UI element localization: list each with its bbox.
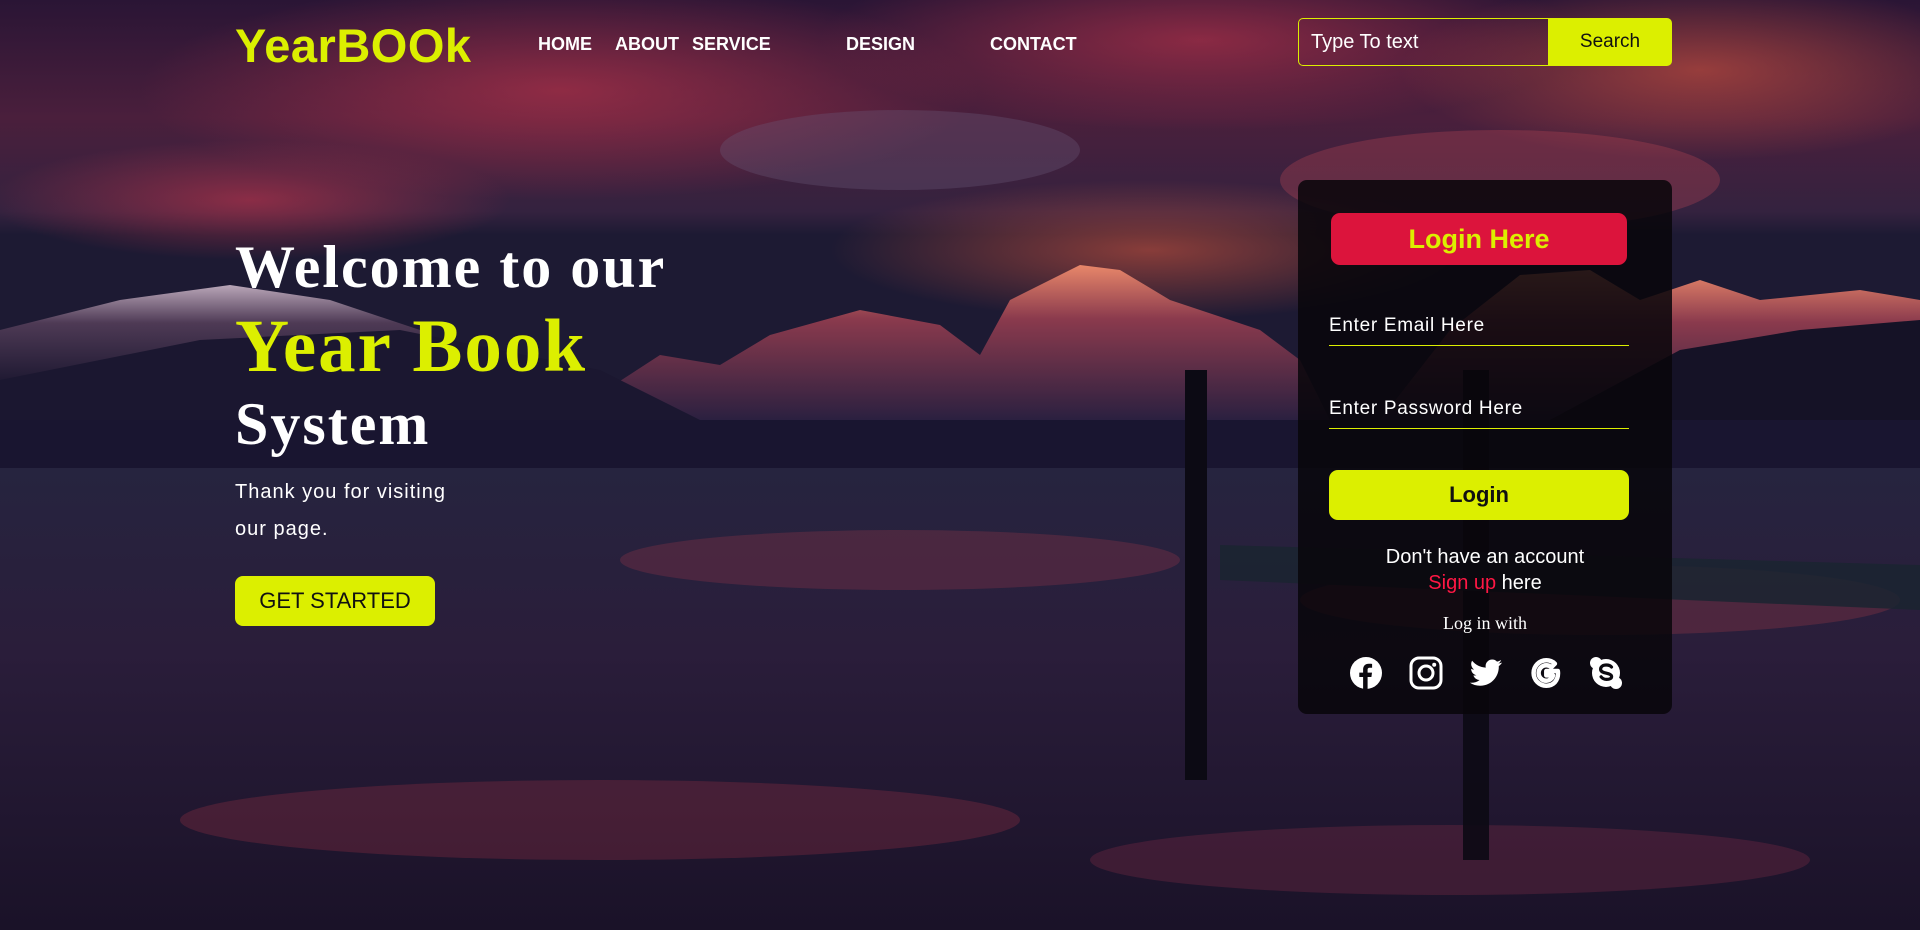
email-field[interactable]: [1329, 306, 1629, 346]
twitter-icon[interactable]: [1468, 655, 1504, 691]
no-account-text: Don't have an account: [1385, 546, 1585, 568]
login-button[interactable]: Login: [1329, 470, 1629, 520]
social-login-icons: [1348, 655, 1624, 691]
hero-heading-highlight: Year Book: [235, 305, 588, 388]
google-icon[interactable]: [1528, 655, 1564, 691]
nav-item-about[interactable]: ABOUT: [615, 34, 692, 55]
hero-heading-line1: Welcome to our: [235, 234, 667, 300]
hero-section: YearBOOk HOME ABOUT SERVICE DESIGN CONTA…: [0, 0, 1920, 930]
hero-heading-line3: System: [235, 391, 431, 457]
signup-link[interactable]: Sign up: [1428, 572, 1496, 594]
hero-heading: Welcome to our Year Book System: [235, 232, 666, 460]
login-card: Login Here Login Don't have an account S…: [1298, 180, 1672, 714]
search-bar: Search: [1298, 18, 1672, 66]
get-started-button[interactable]: GET STARTED: [235, 576, 435, 626]
login-with-label: Log in with: [1443, 613, 1527, 633]
nav-item-contact[interactable]: CONTACT: [990, 34, 1077, 55]
signup-suffix: here: [1496, 572, 1542, 594]
nav-item-design[interactable]: DESIGN: [846, 34, 990, 55]
facebook-icon[interactable]: [1348, 655, 1384, 691]
hero-tagline: Thank you for visiting our page.: [235, 481, 446, 540]
password-field[interactable]: [1329, 389, 1629, 429]
main-nav: HOME ABOUT SERVICE DESIGN CONTACT: [538, 34, 1077, 55]
nav-item-home[interactable]: HOME: [538, 34, 615, 55]
nav-item-service[interactable]: SERVICE: [692, 34, 846, 55]
signup-prompt: Don't have an account Sign up here: [1298, 544, 1672, 596]
search-input[interactable]: [1298, 18, 1548, 66]
search-button[interactable]: Search: [1548, 18, 1672, 66]
instagram-icon[interactable]: [1408, 655, 1444, 691]
skype-icon[interactable]: [1588, 655, 1624, 691]
login-title: Login Here: [1331, 213, 1627, 265]
site-logo[interactable]: YearBOOk: [235, 18, 472, 73]
